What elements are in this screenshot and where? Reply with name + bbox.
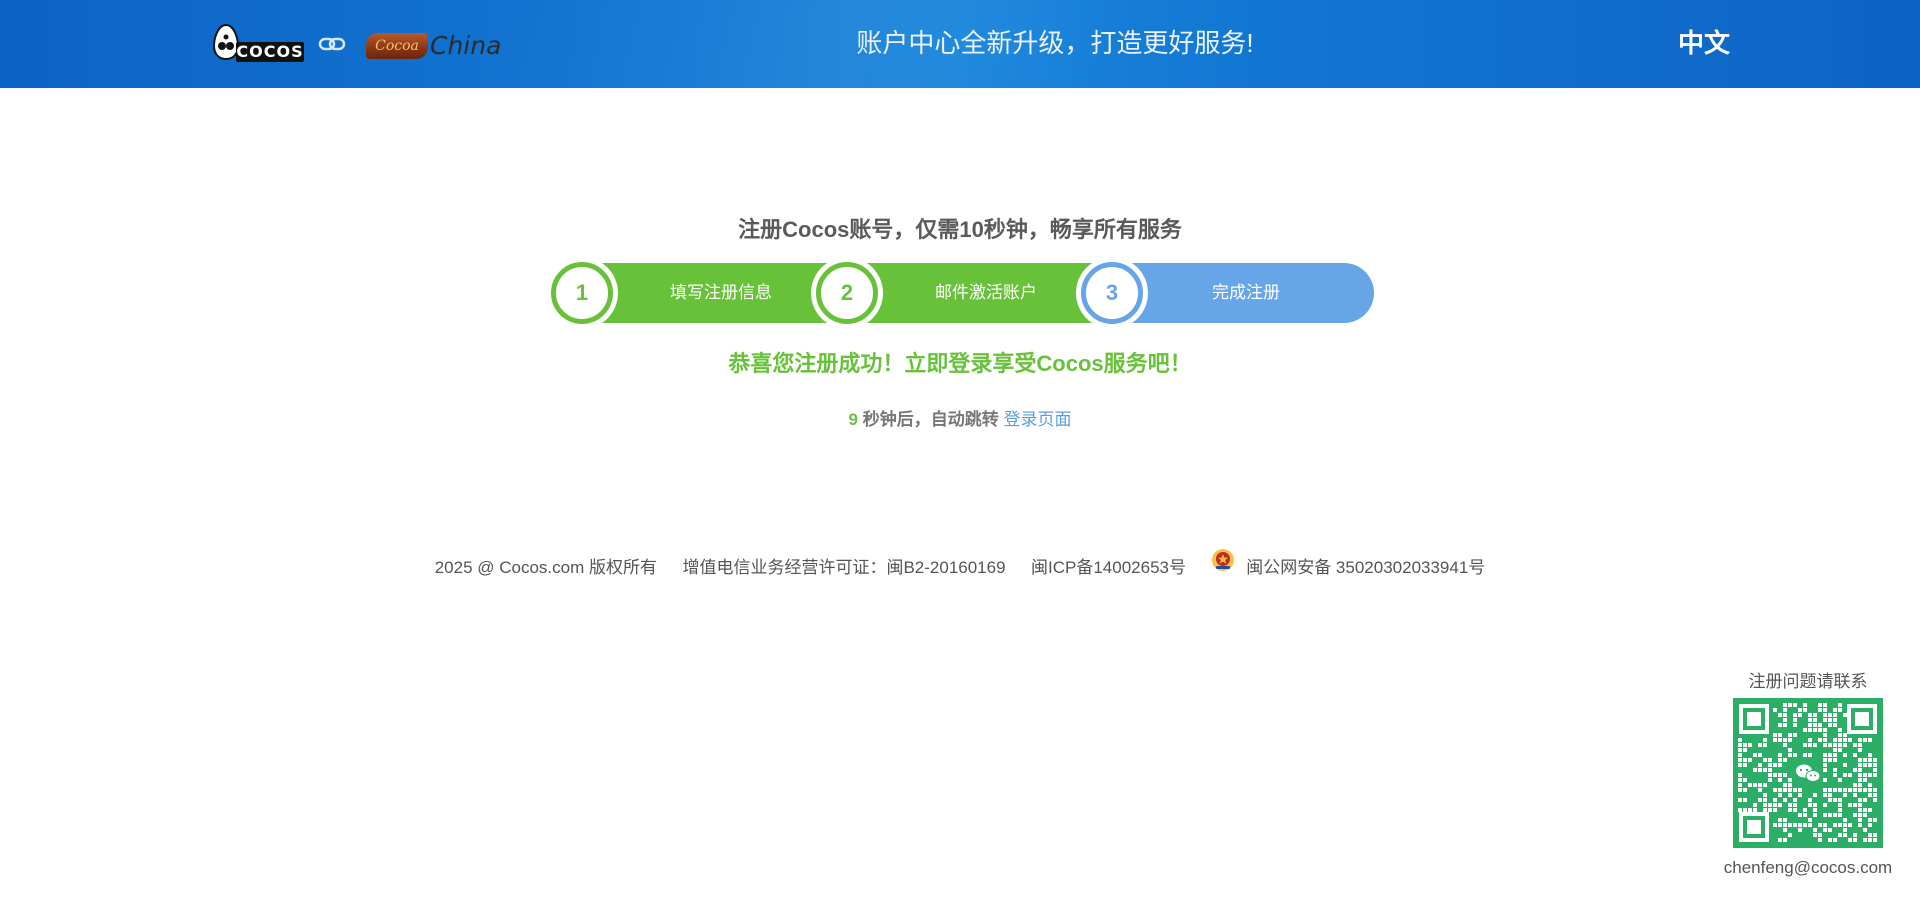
copyright-text: 2025 @ Cocos.com 版权所有 — [434, 557, 657, 577]
page-title: 注册Cocos账号，仅需10秒钟，畅享所有服务 — [738, 217, 1182, 242]
contact-panel: 注册问题请联系 chenfeng@cocos.com — [1716, 668, 1900, 882]
registration-steps: 1 2 3 填写注册信息 邮件激活账户 完成注册 — [546, 262, 1374, 324]
cocos-logo[interactable]: COCOS — [210, 24, 306, 64]
link-icon — [318, 37, 346, 51]
step-2-label: 邮件激活账户 — [935, 283, 1037, 302]
cocoa-logo-text: Cocoa — [366, 33, 428, 59]
countdown-number: 9 — [848, 410, 858, 429]
police-badge-icon — [1212, 549, 1235, 571]
redirect-countdown: 9 秒钟后，自动跳转 登录页面 — [0, 406, 1920, 434]
qr-pattern — [1738, 703, 1877, 842]
contact-title: 注册问题请联系 — [1748, 672, 1868, 691]
china-logo-text: China — [430, 31, 502, 60]
icp-link[interactable]: 闽ICP备14002653号 — [1031, 554, 1186, 582]
login-page-link[interactable]: 登录页面 — [1003, 410, 1071, 429]
top-banner: COCOS Cocoa China 账户中心全新升级，打造更好服务! 中文 — [0, 0, 1920, 88]
success-message: 恭喜您注册成功！立即登录享受Cocos服务吧！ — [728, 351, 1192, 376]
language-switch[interactable]: 中文 — [1640, 0, 1730, 88]
police-record-link[interactable]: 闽公网安备 35020302033941号 — [1246, 554, 1485, 582]
countdown-text: 秒钟后，自动跳转 — [858, 410, 1004, 429]
cocoachina-logo[interactable]: Cocoa China — [364, 28, 501, 64]
contact-email[interactable]: chenfeng@cocos.com — [1716, 854, 1900, 882]
footer: 2025 @ Cocos.com 版权所有 增值电信业务经营许可证：闽B2-20… — [0, 548, 1920, 582]
step-1-label: 填写注册信息 — [670, 283, 772, 302]
step-3-label: 完成注册 — [1212, 283, 1280, 302]
header-slogan: 账户中心全新升级，打造更好服务! — [856, 28, 1254, 58]
step-1-number: 1 — [551, 262, 613, 324]
license-link[interactable]: 增值电信业务经营许可证：闽B2-20160169 — [682, 554, 1005, 582]
cocos-logo-text: COCOS — [236, 42, 304, 62]
wechat-qr-code — [1733, 698, 1883, 848]
